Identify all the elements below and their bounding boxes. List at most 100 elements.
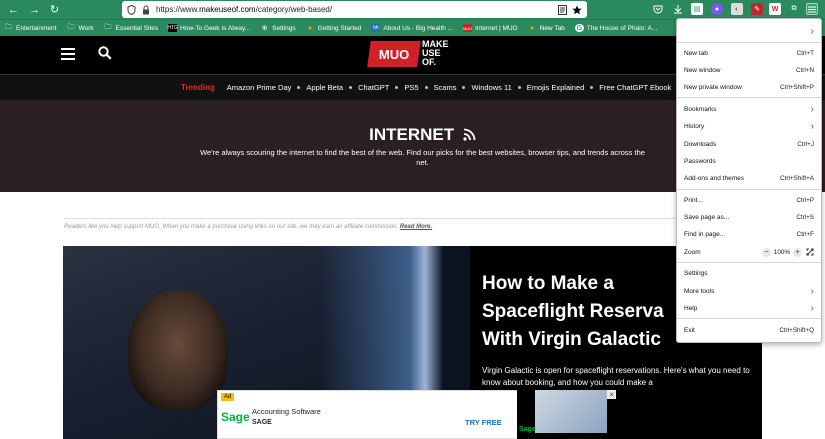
- menu-item-addons[interactable]: Add-ons and themes Ctrl+Shift+A: [676, 171, 822, 185]
- category-title: INTERNET: [200, 125, 645, 146]
- ad-try-free-button[interactable]: TRY FREE: [465, 418, 502, 427]
- search-icon[interactable]: [98, 46, 114, 62]
- menu-shortcut: Ctrl+Shift+P: [780, 83, 814, 91]
- menu-item-help[interactable]: Help ›: [676, 301, 822, 315]
- bookmark-htg[interactable]: HTG How-To Geek Is Alway...: [167, 24, 251, 32]
- trending-link[interactable]: Free ChatGPT Ebook: [599, 83, 671, 92]
- pocket-icon[interactable]: [652, 3, 664, 15]
- chevron-right-icon: ›: [810, 285, 814, 297]
- menu-label: New tab: [684, 49, 708, 57]
- menu-item-settings[interactable]: Settings: [676, 266, 822, 280]
- menu-item-history[interactable]: History ›: [676, 119, 822, 133]
- bookmark-house-of-phalo[interactable]: G The House of Phalo: A...: [574, 24, 657, 32]
- chevron-right-icon: ›: [810, 103, 814, 115]
- bookmark-essential-sites[interactable]: 🗀 Essential Sites: [104, 24, 159, 32]
- site-logo-text[interactable]: MAKE USE OF.: [422, 40, 462, 67]
- read-more-link[interactable]: Read More.: [400, 224, 432, 230]
- menu-label: Bookmarks: [684, 105, 717, 113]
- app-menu-icon[interactable]: [806, 3, 818, 15]
- muo-icon: MUO: [462, 24, 473, 32]
- menu-shortcut: Ctrl+Shift+Q: [779, 326, 814, 334]
- menu-item-new-private-window[interactable]: New private window Ctrl+Shift+P: [676, 80, 822, 94]
- separator-dot: [297, 86, 301, 89]
- extension-red-icon[interactable]: ✎: [751, 3, 763, 15]
- menu-label: Find in page...: [684, 230, 726, 238]
- separator-dot: [349, 86, 353, 89]
- globe-icon: ⊕: [261, 25, 268, 32]
- menu-separator: [677, 189, 821, 190]
- hamburger-menu-icon[interactable]: [61, 48, 75, 60]
- bookmark-about-us[interactable]: bh About Us - Big Health ...: [371, 24, 453, 32]
- menu-item-find-in-page[interactable]: Find in page... Ctrl+F: [676, 227, 822, 241]
- trending-link[interactable]: PS5: [404, 83, 433, 92]
- fullscreen-icon[interactable]: [805, 248, 814, 257]
- trending-link[interactable]: Windows 11: [471, 83, 526, 92]
- reload-button[interactable]: ↻: [46, 1, 63, 18]
- menu-separator: [677, 262, 821, 263]
- category-title-text: INTERNET: [369, 125, 455, 144]
- menu-label: Exit: [684, 326, 695, 334]
- menu-item-passwords[interactable]: Passwords: [676, 154, 822, 168]
- menu-item-more-tools[interactable]: More tools ›: [676, 284, 822, 298]
- ad-advertiser: SAGE: [252, 419, 272, 426]
- menu-item-bookmarks[interactable]: Bookmarks ›: [676, 102, 822, 116]
- trending-link[interactable]: Amazon Prime Day: [227, 83, 307, 92]
- account-row[interactable]: ›: [676, 23, 822, 39]
- menu-item-downloads[interactable]: Downloads Ctrl+J: [676, 137, 822, 151]
- extension-gray-icon[interactable]: ◐: [731, 3, 743, 15]
- zoom-level[interactable]: 100%: [774, 249, 790, 256]
- library-icon[interactable]: ▤: [691, 3, 703, 15]
- trending-link[interactable]: Apple Beta: [306, 83, 358, 92]
- separator-dot: [517, 86, 521, 89]
- extensions-puzzle-icon[interactable]: ⧉: [788, 3, 800, 15]
- menu-shortcut: Ctrl+S: [796, 213, 814, 221]
- zoom-in-button[interactable]: +: [793, 247, 802, 257]
- menu-item-new-window[interactable]: New window Ctrl+N: [676, 63, 822, 77]
- folder-icon: 🗀: [5, 23, 12, 31]
- trending-link[interactable]: ChatGPT: [358, 83, 404, 92]
- extension-purple-icon[interactable]: ●: [711, 3, 723, 15]
- bookmark-entertainment[interactable]: 🗀 Entertainment: [4, 24, 56, 32]
- menu-shortcut: Ctrl+Shift+A: [780, 174, 814, 182]
- bookmark-settings[interactable]: ⊕ Settings: [260, 24, 296, 33]
- menu-item-print[interactable]: Print... Ctrl+P: [676, 193, 822, 207]
- trending-link-text: Free ChatGPT Ebook: [599, 83, 672, 92]
- rss-icon[interactable]: [463, 126, 476, 146]
- bookmark-star-icon[interactable]: [571, 4, 583, 16]
- trending-link[interactable]: Scams: [434, 83, 472, 92]
- menu-separator: [677, 97, 821, 98]
- separator-dot: [590, 86, 594, 89]
- bookmark-label: How-To Geek Is Alway...: [180, 24, 251, 32]
- menu-item-exit[interactable]: Exit Ctrl+Shift+Q: [676, 323, 822, 337]
- zoom-out-button[interactable]: −: [761, 247, 771, 257]
- menu-label: Print...: [684, 196, 703, 204]
- bookmark-label: New Tab: [539, 24, 565, 32]
- menu-item-save-page[interactable]: Save page as... Ctrl+S: [676, 210, 822, 224]
- reader-view-icon[interactable]: [556, 4, 568, 16]
- ad-close-icon[interactable]: ✕: [607, 390, 616, 399]
- bookmark-internet-muo[interactable]: MUO Internet | MUO: [463, 24, 518, 32]
- bookmark-getting-started[interactable]: ● Getting Started: [306, 24, 361, 32]
- site-logo-mark[interactable]: MUO: [367, 41, 421, 67]
- bookmark-new-tab[interactable]: ● New Tab: [528, 24, 565, 32]
- firefox-icon: ●: [530, 24, 535, 32]
- menu-label: Save page as...: [684, 213, 730, 221]
- back-button[interactable]: ←: [5, 1, 22, 18]
- trending-link-text: Windows 11: [471, 83, 512, 92]
- chevron-right-icon: ›: [810, 302, 814, 314]
- tracking-shield-icon[interactable]: [125, 4, 137, 16]
- address-bar[interactable]: https://www.makeuseof.com/category/web-b…: [122, 1, 587, 18]
- affiliate-disclaimer: Readers like you help support MUO. When …: [64, 224, 664, 230]
- lock-icon[interactable]: [140, 4, 152, 16]
- trending-link[interactable]: Emojis Explained: [527, 83, 600, 92]
- menu-shortcut: Ctrl+J: [797, 140, 814, 148]
- menu-item-new-tab[interactable]: New tab Ctrl+T: [676, 46, 822, 60]
- downloads-icon[interactable]: [672, 3, 684, 15]
- extension-w-icon[interactable]: W: [769, 3, 781, 15]
- logo-mark-text: MUO: [378, 46, 410, 62]
- forward-button[interactable]: →: [26, 1, 43, 18]
- bookmark-label: Essential Sites: [115, 24, 159, 32]
- bookmark-work[interactable]: 🗀 Work: [66, 24, 93, 32]
- folder-icon: 🗀: [104, 23, 112, 31]
- trending-link-text: Scams: [433, 83, 457, 92]
